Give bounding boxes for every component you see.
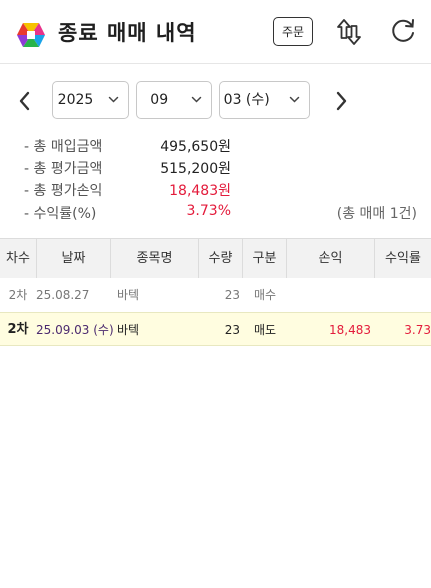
cell-profit [286, 278, 371, 312]
day-value: 03 (수) [223, 92, 270, 108]
cell-date: 25.08.27 [36, 288, 90, 302]
cell-quantity: 23 [224, 288, 240, 302]
chevron-down-icon [108, 96, 119, 103]
column-header[interactable]: 손익 [286, 239, 374, 278]
cell-return-rate [372, 278, 431, 312]
summary-value: 18,483원 [169, 183, 231, 199]
order-button[interactable]: 주문 [273, 17, 313, 46]
trade-count: (총 매매 1건) [336, 206, 417, 222]
summary-value: 495,650원 [160, 139, 231, 155]
month-value: 09 [150, 92, 169, 108]
page-title: 종료 매매 내역 [58, 21, 197, 45]
swap-vertical-icon[interactable] [333, 16, 365, 48]
summary-label: - 총 평가금액 [24, 161, 103, 177]
app-logo [17, 23, 45, 47]
year-select[interactable]: 2025 [52, 81, 129, 119]
app-header: 종료 매매 내역 주문 [0, 0, 431, 64]
summary-label: - 총 매입금액 [24, 139, 103, 155]
cell-round: 2차 [7, 322, 29, 337]
cell-stock-name: 바텍 [117, 323, 140, 337]
year-value: 2025 [57, 92, 94, 108]
cell-date: 25.09.03 (수) [36, 323, 114, 337]
cell-type: 매수 [254, 288, 277, 302]
column-header[interactable]: 구분 [242, 239, 286, 278]
summary-row: - 총 평가손익 18,483원 [24, 180, 244, 200]
column-header[interactable]: 종목명 [110, 239, 198, 278]
column-header[interactable]: 날짜 [36, 239, 110, 278]
summary-label: - 총 평가손익 [24, 183, 103, 199]
summary-value: 3.73% [186, 203, 231, 219]
chevron-down-icon [289, 96, 300, 103]
summary-value: 515,200원 [160, 161, 231, 177]
cell-profit: 18,483 [329, 323, 371, 337]
table-header: 차수 날짜 종목명 수량 구분 손익 수익률 [0, 238, 431, 279]
day-select[interactable]: 03 (수) [219, 81, 310, 119]
summary-label: - 수익률(%) [24, 206, 97, 222]
column-header[interactable]: 수익률 [374, 239, 431, 278]
cell-stock-name: 바텍 [117, 288, 140, 302]
column-header[interactable]: 차수 [0, 239, 36, 278]
chevron-left-icon[interactable] [14, 88, 36, 114]
chevron-down-icon [191, 96, 202, 103]
summary-row: - 총 매입금액 495,650원 [24, 136, 244, 156]
table-row[interactable]: 2차 25.09.03 (수) 바텍 23 매도 18,483 3.73 [0, 312, 431, 346]
chevron-right-icon[interactable] [330, 88, 352, 114]
cell-type: 매도 [254, 323, 277, 337]
month-select[interactable]: 09 [136, 81, 212, 119]
summary-row: - 수익률(%) 3.73% [24, 203, 244, 223]
cell-return-rate: 3.73 [404, 323, 431, 337]
refresh-icon[interactable] [388, 16, 418, 46]
column-header[interactable]: 수량 [198, 239, 242, 278]
cell-round: 2차 [8, 288, 28, 302]
table-row[interactable]: 2차 25.08.27 바텍 23 매수 [0, 278, 431, 312]
cell-quantity: 23 [224, 323, 240, 337]
summary-row: - 총 평가금액 515,200원 [24, 158, 244, 178]
